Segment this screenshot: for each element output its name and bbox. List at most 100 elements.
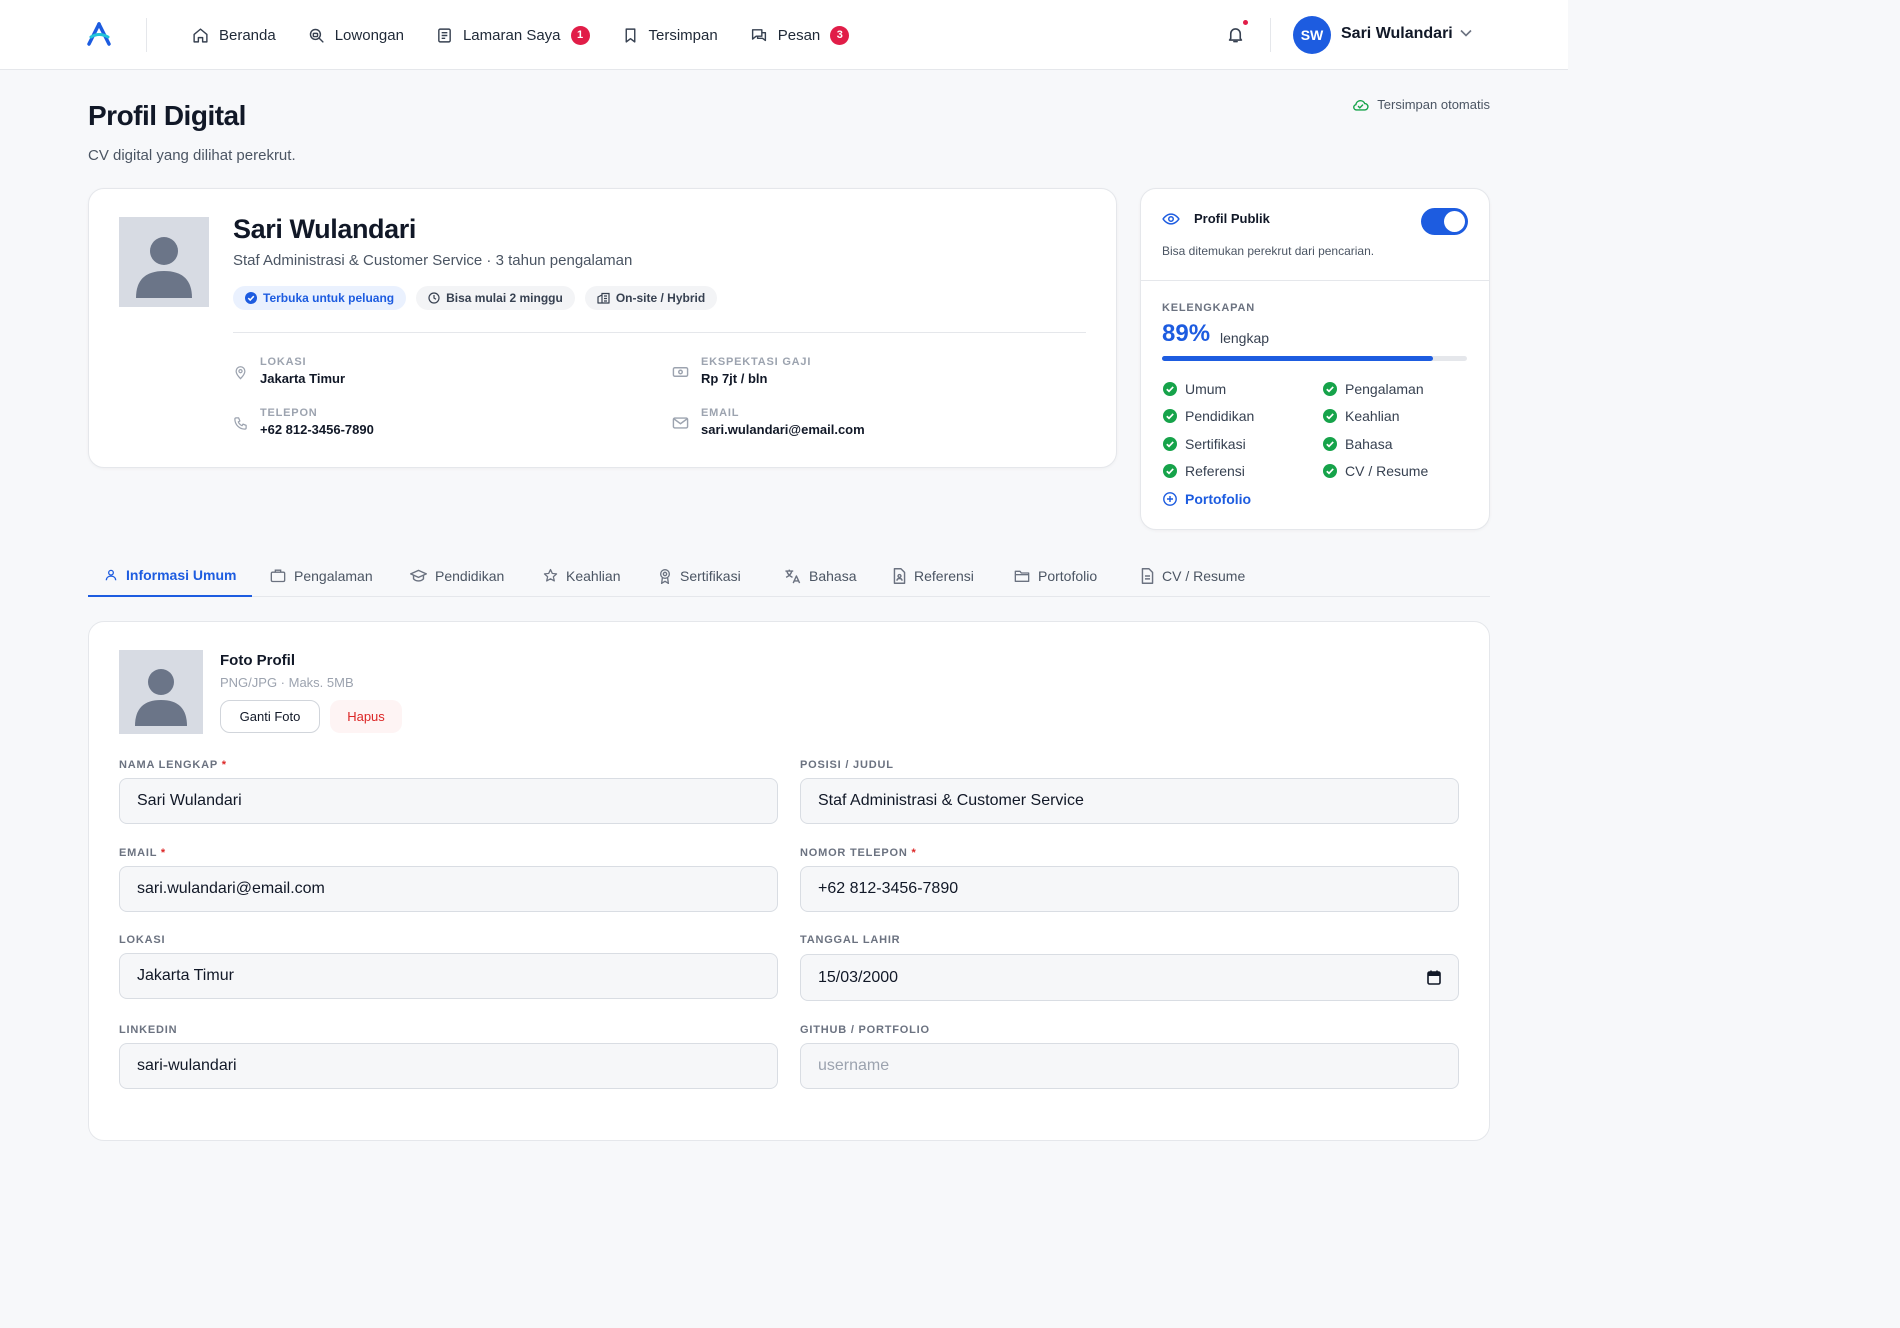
nav-item-lowongan[interactable]: Lowongan — [308, 27, 404, 44]
home-icon — [192, 27, 209, 44]
user-icon — [104, 568, 118, 582]
translate-icon — [784, 568, 801, 584]
graduation-cap-icon — [410, 569, 427, 583]
info-salary: EKSPEKTASI GAJI Rp 7jt / bln — [672, 356, 811, 386]
star-icon — [543, 568, 558, 583]
tab-label: Keahlian — [566, 567, 621, 584]
profile-name: Sari Wulandari — [233, 214, 416, 244]
checklist-item-bahasa: Bahasa — [1323, 436, 1392, 452]
label-text: EMAIL — [119, 847, 158, 859]
tab-portofolio[interactable]: Portofolio — [998, 554, 1113, 597]
search-job-icon — [308, 27, 325, 44]
email-field[interactable]: sari.wulandari@email.com — [119, 866, 778, 912]
page-subtitle: CV digital yang dilihat perekrut. — [88, 147, 296, 164]
label-text: NAMA LENGKAP — [119, 759, 218, 771]
divider — [1141, 280, 1489, 281]
check-circle-icon — [1163, 464, 1177, 478]
status-chip: Terbuka untuk peluang — [233, 286, 407, 310]
profile-photo-preview — [119, 650, 203, 734]
location-field[interactable]: Jakarta Timur — [119, 953, 778, 999]
main-nav: Beranda Lowongan Lamaran Saya 1 Tersimpa… — [192, 0, 881, 70]
tab-sertifikasi[interactable]: Sertifikasi — [642, 554, 757, 597]
github-field[interactable]: username — [800, 1043, 1459, 1089]
tab-label: Informasi Umum — [126, 566, 237, 583]
tab-cv-resume[interactable]: CV / Resume — [1125, 554, 1261, 597]
phone-label: NOMOR TELEPON * — [800, 847, 917, 859]
divider — [146, 18, 147, 52]
tab-pendidikan[interactable]: Pendidikan — [394, 554, 520, 597]
location-label: LOKASI — [119, 934, 165, 946]
info-value: Jakarta Timur — [260, 371, 346, 386]
check-circle-icon — [1323, 464, 1337, 478]
chip-label: Terbuka untuk peluang — [263, 291, 395, 305]
tab-referensi[interactable]: Referensi — [877, 554, 990, 597]
completeness-percent: 89% — [1162, 320, 1211, 347]
public-profile-toggle[interactable] — [1421, 208, 1468, 235]
divider — [1270, 18, 1271, 52]
calendar-icon[interactable] — [1427, 970, 1441, 985]
top-navigation-bar: Beranda Lowongan Lamaran Saya 1 Tersimpa… — [0, 0, 1568, 70]
check-circle-icon — [1163, 437, 1177, 451]
app-logo-icon[interactable] — [86, 22, 112, 46]
briefcase-icon — [270, 568, 286, 583]
checklist-label: Referensi — [1185, 463, 1245, 479]
linkedin-field[interactable]: sari-wulandari — [119, 1043, 778, 1089]
checklist-item-portofolio[interactable]: Portofolio — [1163, 491, 1251, 507]
nav-label: Lamaran Saya — [462, 26, 561, 44]
tab-label: Pengalaman — [294, 567, 373, 584]
info-location: LOKASI Jakarta Timur — [233, 356, 345, 386]
label-text: GITHUB / PORTFOLIO — [800, 1024, 930, 1036]
status-chip: Bisa mulai 2 minggu — [416, 286, 575, 310]
mail-icon — [672, 416, 689, 437]
checklist-label: Pengalaman — [1345, 381, 1424, 397]
position-field[interactable]: Staf Administrasi & Customer Service — [800, 778, 1459, 824]
user-name[interactable]: Sari Wulandari — [1341, 25, 1453, 43]
info-label: TELEPON — [260, 407, 318, 419]
change-photo-button[interactable]: Ganti Foto — [220, 700, 320, 733]
plus-circle-icon — [1163, 492, 1177, 506]
completeness-label: KELENGKAPAN — [1162, 302, 1255, 314]
field-value: Sari Wulandari — [137, 792, 242, 809]
label-text: TANGGAL LAHIR — [800, 934, 901, 946]
bookmark-icon — [622, 27, 639, 44]
info-value: sari.wulandari@email.com — [701, 422, 865, 437]
full-name-label: NAMA LENGKAP * — [119, 759, 227, 771]
public-profile-description: Bisa ditemukan perekrut dari pencarian. — [1162, 244, 1375, 258]
bell-icon[interactable] — [1226, 25, 1245, 44]
tab-label: Referensi — [914, 567, 974, 584]
tab-informasi-umum[interactable]: Informasi Umum — [88, 554, 253, 597]
nav-item-pesan[interactable]: Pesan 3 — [750, 25, 850, 45]
tab-keahlian[interactable]: Keahlian — [527, 554, 637, 597]
label-text: LINKEDIN — [119, 1024, 178, 1036]
birthdate-field[interactable]: 15/03/2000 — [800, 954, 1459, 1001]
public-profile-heading: Profil Publik — [1162, 211, 1270, 226]
eye-icon — [1162, 212, 1180, 226]
linkedin-label: LINKEDIN — [119, 1024, 177, 1036]
autosave-status: Tersimpan otomatis — [1352, 97, 1490, 112]
phone-field[interactable]: +62 812-3456-7890 — [800, 866, 1459, 912]
chevron-down-icon[interactable] — [1460, 29, 1472, 37]
check-circle-icon — [1163, 409, 1177, 423]
checklist-item-keahlian: Keahlian — [1323, 408, 1400, 424]
github-label: GITHUB / PORTFOLIO — [800, 1024, 930, 1036]
tab-label: Pendidikan — [435, 567, 505, 584]
nav-item-beranda[interactable]: Beranda — [192, 27, 276, 44]
user-avatar[interactable]: SW — [1293, 16, 1331, 54]
check-circle-icon — [1163, 382, 1177, 396]
status-chip: On-site / Hybrid — [584, 286, 718, 310]
tab-pengalaman[interactable]: Pengalaman — [254, 554, 389, 597]
chip-label: Bisa mulai 2 minggu — [446, 291, 563, 305]
tab-label: Sertifikasi — [680, 567, 741, 584]
profile-headline: Staf Administrasi & Customer Service · 3… — [233, 252, 633, 269]
label-text: LOKASI — [119, 934, 166, 946]
delete-photo-button[interactable]: Hapus — [330, 700, 402, 733]
nav-item-tersimpan[interactable]: Tersimpan — [622, 27, 718, 44]
public-profile-title: Profil Publik — [1194, 211, 1270, 226]
field-value: sari-wulandari — [137, 1057, 237, 1074]
checklist-label: Keahlian — [1345, 408, 1400, 424]
nav-item-lamaran-saya[interactable]: Lamaran Saya 1 — [436, 25, 590, 45]
nav-label: Tersimpan — [648, 26, 718, 44]
tab-bahasa[interactable]: Bahasa — [768, 554, 872, 597]
cash-icon — [672, 365, 689, 386]
full-name-field[interactable]: Sari Wulandari — [119, 778, 778, 824]
